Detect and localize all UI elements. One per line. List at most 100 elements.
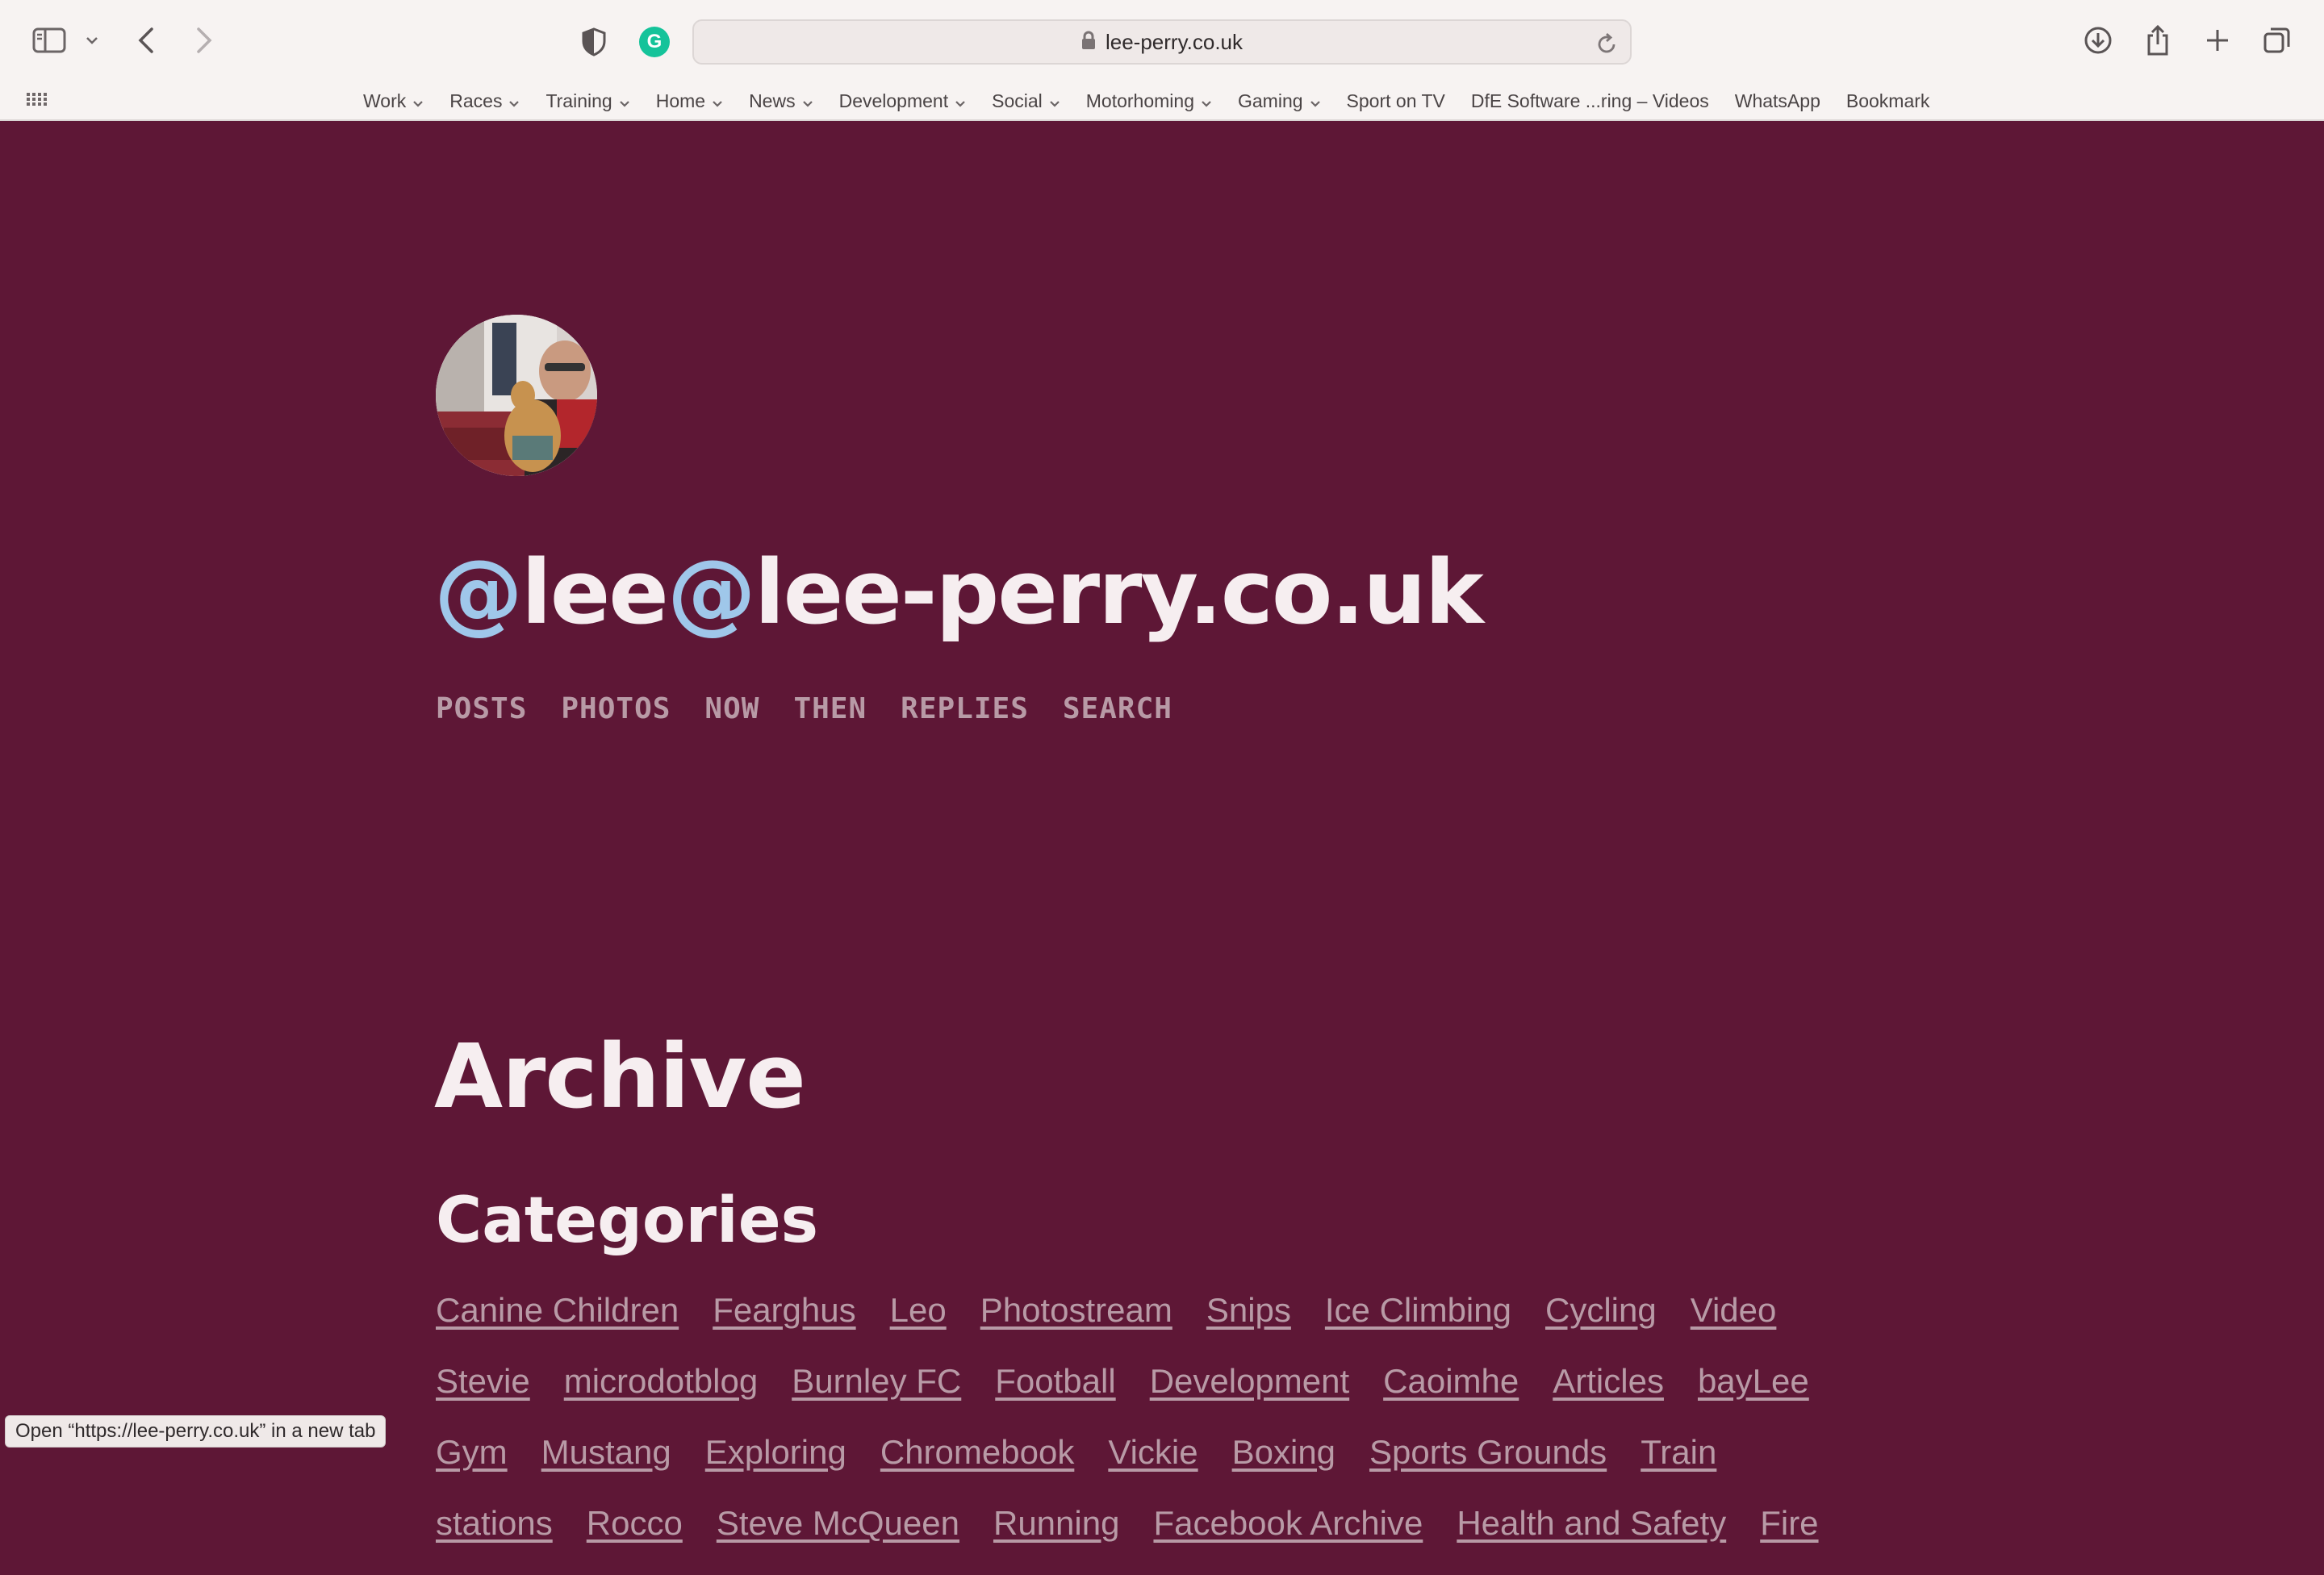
share-icon [2147,24,2168,56]
chevron-down-icon [712,90,723,112]
forward-button[interactable] [192,24,216,56]
site-title-at: @ [667,541,756,644]
site-title[interactable]: @lee@lee-perry.co.uk [434,541,1484,644]
page-title: Archive [434,1025,806,1128]
address-bar[interactable]: lee-perry.co.uk [692,19,1632,65]
show-all-bookmarks-button[interactable] [26,89,47,114]
site-title-user: lee [521,541,669,644]
bookmark-item[interactable]: Sport on TV [1347,90,1445,112]
bookmark-item[interactable]: DfE Software ...ring – Videos [1471,90,1709,112]
back-button[interactable] [134,24,158,56]
grammarly-extension-button[interactable]: G [639,27,670,57]
category-link[interactable]: Vickie [1108,1433,1198,1472]
lock-icon [1081,31,1096,54]
category-link[interactable]: Mustang [541,1433,671,1472]
bookmark-item[interactable]: Bookmark [1846,90,1930,112]
category-link[interactable]: microdotblog [564,1362,758,1401]
nav-photos[interactable]: PHOTOS [561,692,671,725]
category-link[interactable]: Health and Safety [1457,1504,1726,1543]
privacy-report-button[interactable] [579,26,608,58]
category-link[interactable]: Photostream [980,1291,1172,1330]
bookmark-label: Races [449,90,503,111]
category-link[interactable]: Video [1691,1291,1777,1330]
bookmark-item[interactable]: Gaming [1238,90,1321,112]
category-link[interactable]: Ice Climbing [1325,1291,1511,1330]
categories-heading: Categories [436,1184,819,1257]
download-icon [2084,27,2112,54]
new-tab-icon [2207,30,2228,51]
url-text: lee-perry.co.uk [1105,29,1244,54]
category-link[interactable]: Boxing [1232,1433,1335,1472]
chevron-down-icon [412,90,424,112]
bookmark-label: Bookmark [1845,90,1930,111]
sidebar-menu-button[interactable] [84,32,100,48]
category-link[interactable]: Train [1641,1433,1716,1472]
bookmark-item[interactable]: Training [545,90,629,112]
forward-icon [197,27,212,53]
site-title-at: @ [434,541,523,644]
category-link[interactable]: bayLee [1698,1362,1809,1401]
site-nav: POSTS PHOTOS NOW THEN REPLIES SEARCH [436,692,1206,725]
category-link[interactable]: Leo [890,1291,947,1330]
chevron-down-icon [619,90,630,112]
bookmark-label: DfE Software ...ring – Videos [1470,90,1709,111]
chevron-down-icon [955,90,966,112]
bookmark-item[interactable]: Home [656,90,723,112]
category-link[interactable]: Steve McQueen [717,1504,959,1543]
category-row: stations Rocco Steve McQueen Running Faceboo… [436,1504,1953,1575]
category-link[interactable]: Sports Grounds [1369,1433,1607,1472]
category-link[interactable]: Running [993,1504,1119,1543]
bookmark-item[interactable]: News [749,90,813,112]
category-link[interactable]: Development [1150,1362,1349,1401]
chevron-down-icon [1310,90,1321,112]
share-button[interactable] [2143,23,2172,58]
downloads-button[interactable] [2082,24,2114,56]
reload-button[interactable] [1596,32,1617,59]
bookmark-label: Gaming [1238,90,1303,111]
nav-search[interactable]: SEARCH [1063,692,1172,725]
bookmark-label: News [749,90,796,111]
category-link[interactable]: Football [995,1362,1115,1401]
bookmark-item[interactable]: Work [363,90,424,112]
browser-toolbar: G lee-perry.co.uk [0,0,2324,82]
category-link[interactable]: Stevie [436,1362,530,1401]
web-page: @lee@lee-perry.co.uk POSTS PHOTOS NOW TH… [0,121,2324,1542]
bookmark-label: Social [992,90,1043,111]
nav-posts[interactable]: POSTS [436,692,527,725]
bookmark-item[interactable]: Social [992,90,1060,112]
chevron-down-icon [86,37,98,44]
new-tab-button[interactable] [2201,24,2234,56]
nav-now[interactable]: NOW [704,692,759,725]
category-link[interactable]: Gym [436,1433,508,1472]
category-link[interactable]: Caoimhe [1383,1362,1519,1401]
bookmark-label: Sport on TV [1346,90,1445,111]
category-link[interactable]: Burnley FC [792,1362,961,1401]
chevron-down-icon [802,90,813,112]
avatar[interactable] [436,315,597,476]
grammarly-icon: G [646,31,663,52]
chevron-down-icon [1049,90,1060,112]
category-link[interactable]: Articles [1553,1362,1664,1401]
bookmark-label: Home [655,90,706,111]
category-link[interactable]: Rocco [587,1504,683,1543]
category-link[interactable]: Facebook Archive [1153,1504,1423,1543]
category-row: Gym Mustang Exploring Chromebook Vickie Boxin… [436,1433,1953,1504]
nav-then[interactable]: THEN [793,692,867,725]
category-link[interactable]: Fire [1760,1504,1818,1543]
category-link[interactable]: Canine Children [436,1291,679,1330]
bookmark-item[interactable]: Races [449,90,520,112]
category-link[interactable]: Snips [1206,1291,1291,1330]
category-link[interactable]: Cycling [1545,1291,1657,1330]
category-link[interactable]: Fearghus [713,1291,855,1330]
tab-overview-button[interactable] [2261,24,2293,56]
sidebar-toggle-button[interactable] [31,24,68,56]
bookmark-item[interactable]: Development [839,90,967,112]
browser-chrome: G lee-perry.co.uk Work Races Training Ho… [0,0,2324,121]
category-link[interactable]: stations [436,1504,553,1543]
bookmark-item[interactable]: Motorhoming [1086,90,1212,112]
category-link[interactable]: Chromebook [880,1433,1074,1472]
bookmark-item[interactable]: WhatsApp [1735,90,1820,112]
category-link[interactable]: Exploring [705,1433,846,1472]
chevron-down-icon [1201,90,1212,112]
nav-replies[interactable]: REPLIES [901,692,1029,725]
